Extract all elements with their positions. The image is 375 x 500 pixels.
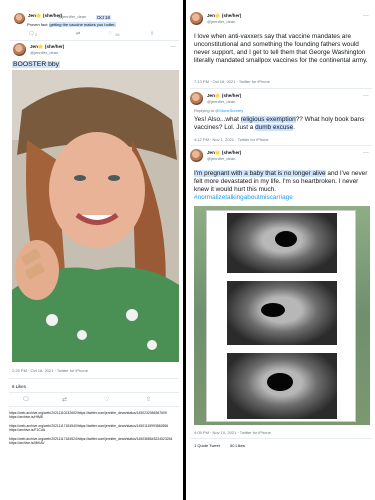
author-handle[interactable]: @jennifer_dean bbox=[58, 14, 86, 19]
like-total[interactable]: 50 Likes bbox=[230, 443, 245, 448]
author-handle[interactable]: @jennifer_dean bbox=[30, 50, 58, 55]
selfie-illustration bbox=[12, 70, 179, 362]
more-dots-icon[interactable]: … bbox=[363, 92, 369, 98]
tweet-meta[interactable]: 7:13 PM · Oct 16, 2021 · Twitter for iPh… bbox=[194, 79, 270, 84]
heart-icon[interactable]: ♡ bbox=[108, 31, 112, 37]
author-handle[interactable]: @jennifer_dean bbox=[207, 19, 235, 24]
reply-icon[interactable]: 🗨 bbox=[28, 31, 34, 37]
ultrasound-frame bbox=[227, 213, 337, 273]
author-handle[interactable]: @jennifer_dean bbox=[207, 99, 235, 104]
divider bbox=[190, 88, 372, 89]
tweet-text: Yes! Also...what religious exemption?? W… bbox=[194, 116, 372, 132]
author-handle[interactable]: @jennifer_dean bbox=[207, 156, 235, 161]
divider bbox=[9, 378, 179, 379]
tweet-photo[interactable] bbox=[12, 70, 179, 362]
avatar[interactable] bbox=[14, 13, 25, 24]
tweet-text: Proven fact: getting the vaccine makes y… bbox=[27, 22, 116, 27]
tweet-text-highlight: dumb excuse bbox=[255, 124, 294, 131]
tweet-text-highlight: religious exemption bbox=[240, 116, 296, 123]
tweet-text-prefix: Proven fact: bbox=[27, 22, 50, 27]
gestational-sac bbox=[275, 231, 297, 247]
ultrasound-frame bbox=[227, 353, 337, 419]
hashtag-link[interactable]: #normalizetalkingaboutmiscarriage bbox=[194, 194, 293, 201]
tweet-text: I love when anti-vaxxers say that vaccin… bbox=[194, 33, 368, 64]
tweet-photo[interactable] bbox=[194, 206, 370, 425]
tweet-text-c: . bbox=[293, 124, 295, 131]
more-dots-icon[interactable]: … bbox=[363, 149, 369, 155]
ultrasound-frame bbox=[227, 281, 337, 345]
replying-to-label: Replying to bbox=[194, 108, 216, 113]
divider bbox=[190, 438, 372, 439]
tweet-text-highlight: I'm pregnant with a baby that is no long… bbox=[194, 170, 326, 177]
reply-handle[interactable]: @StoneSureley bbox=[215, 108, 243, 113]
tweet-meta[interactable]: 4:05 PM · Nov 10, 2021 · Twitter for iPh… bbox=[194, 430, 271, 435]
retweet-icon[interactable]: ⇄ bbox=[76, 31, 80, 37]
more-dots-icon[interactable]: … bbox=[170, 43, 176, 49]
avatar[interactable] bbox=[13, 43, 26, 56]
right-screenshot: Jen🌟 (she/her) @jennifer_dean … I love w… bbox=[186, 0, 375, 460]
tweet-text-highlight: getting the vaccine makes you hotter. bbox=[49, 22, 116, 27]
like-count: 16 bbox=[115, 32, 120, 37]
more-dots-icon[interactable]: … bbox=[363, 12, 369, 18]
replying-to: Replying to @StoneSureley bbox=[194, 108, 243, 113]
share-icon[interactable]: ⇧ bbox=[150, 31, 154, 37]
avatar[interactable] bbox=[190, 92, 203, 105]
tweet-date[interactable]: Oct 18 bbox=[96, 15, 111, 20]
gestational-sac bbox=[261, 303, 285, 317]
divider bbox=[9, 40, 179, 41]
tweet-text-a: Yes! Also...what bbox=[194, 116, 241, 123]
tweet-text: I'm pregnant with a baby that is no long… bbox=[194, 170, 372, 202]
divider bbox=[190, 145, 372, 146]
reply-count: 2 bbox=[35, 32, 38, 37]
avatar[interactable] bbox=[190, 12, 203, 25]
archive-url[interactable]: https://web.archive.org/web/202111171845… bbox=[9, 424, 179, 433]
left-screenshot: Jen🌟 (she/her) @jennifer_dean Oct 18 Pro… bbox=[0, 0, 183, 500]
tweet-text: BOOSTER bby bbox=[12, 61, 61, 68]
heart-icon[interactable]: ♡ bbox=[104, 396, 109, 403]
archive-url[interactable]: https://web.archive.org/web/202111171845… bbox=[9, 437, 179, 446]
ultrasound-strip bbox=[206, 210, 356, 422]
gestational-sac bbox=[267, 373, 293, 391]
avatar[interactable] bbox=[190, 149, 203, 162]
tweet-meta[interactable]: 4:12 PM · Nov 1, 2021 · Twitter for iPho… bbox=[194, 137, 269, 142]
divider bbox=[9, 406, 179, 407]
share-icon[interactable]: ⇧ bbox=[146, 396, 151, 403]
divider bbox=[9, 392, 179, 393]
retweet-icon[interactable]: ⇄ bbox=[62, 396, 67, 403]
like-total[interactable]: 6 Likes bbox=[12, 384, 26, 389]
reply-icon[interactable]: 🗨 bbox=[22, 396, 30, 403]
archive-url[interactable]: https://web.archive.org/web/202111102326… bbox=[9, 411, 179, 420]
quote-tweet-count[interactable]: 1 Quote Tweet bbox=[194, 443, 220, 448]
tweet-meta[interactable]: 2:29 PM · Oct 18, 2021 · Twitter for iPh… bbox=[12, 368, 88, 373]
